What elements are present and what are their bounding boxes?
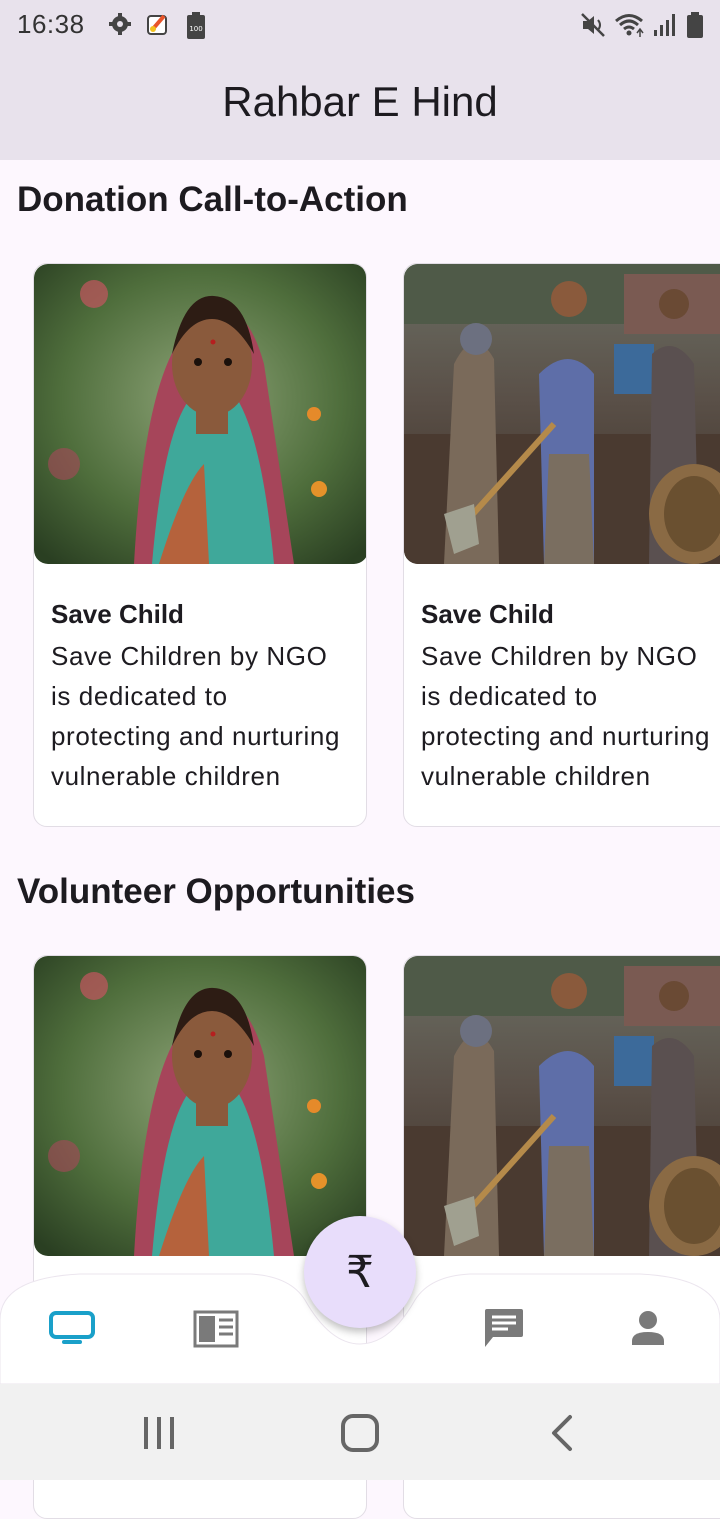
donate-rupee-button[interactable]: ₹ xyxy=(304,1216,416,1328)
recents-icon[interactable] xyxy=(142,1416,176,1450)
back-icon[interactable] xyxy=(548,1414,576,1452)
donation-card-1[interactable]: Save Child Save Children by NGO is dedic… xyxy=(33,263,367,827)
status-time: 16:38 xyxy=(17,9,85,39)
status-bar: 16:38 100 xyxy=(0,0,720,52)
profile-icon[interactable] xyxy=(630,1309,666,1345)
section-title-donation: Donation Call-to-Action xyxy=(17,180,408,219)
battery-icon xyxy=(687,12,703,38)
section-title-volunteer: Volunteer Opportunities xyxy=(17,872,415,911)
donation-card-2[interactable]: Save Child Save Children by NGO is dedic… xyxy=(403,263,720,827)
card-title: Save Child xyxy=(421,599,554,629)
chat-icon[interactable] xyxy=(483,1307,525,1349)
battery-100-icon: 100 xyxy=(187,12,205,39)
svg-text:100: 100 xyxy=(189,25,202,33)
card-description: Save Children by NGO is dedicated to pro… xyxy=(51,641,341,791)
system-navigation-bar xyxy=(0,1384,720,1480)
signal-icon xyxy=(654,14,675,36)
children-working-image xyxy=(404,956,720,1256)
card-title: Save Child xyxy=(51,599,184,629)
paint-icon xyxy=(147,14,167,35)
card-description: Save Children by NGO is dedicated to pro… xyxy=(421,641,711,791)
home-tv-icon[interactable] xyxy=(48,1310,96,1346)
wifi-icon xyxy=(615,14,644,37)
app-bar: Rahbar E Hind xyxy=(0,52,720,160)
child-portrait-image xyxy=(34,264,366,564)
mute-icon xyxy=(581,13,605,37)
gear-icon xyxy=(109,13,131,35)
rupee-icon: ₹ xyxy=(346,1247,374,1297)
news-icon[interactable] xyxy=(193,1310,239,1348)
children-working-image xyxy=(404,264,720,564)
home-icon[interactable] xyxy=(340,1413,380,1453)
app-title: Rahbar E Hind xyxy=(222,78,498,125)
child-portrait-image xyxy=(34,956,366,1256)
